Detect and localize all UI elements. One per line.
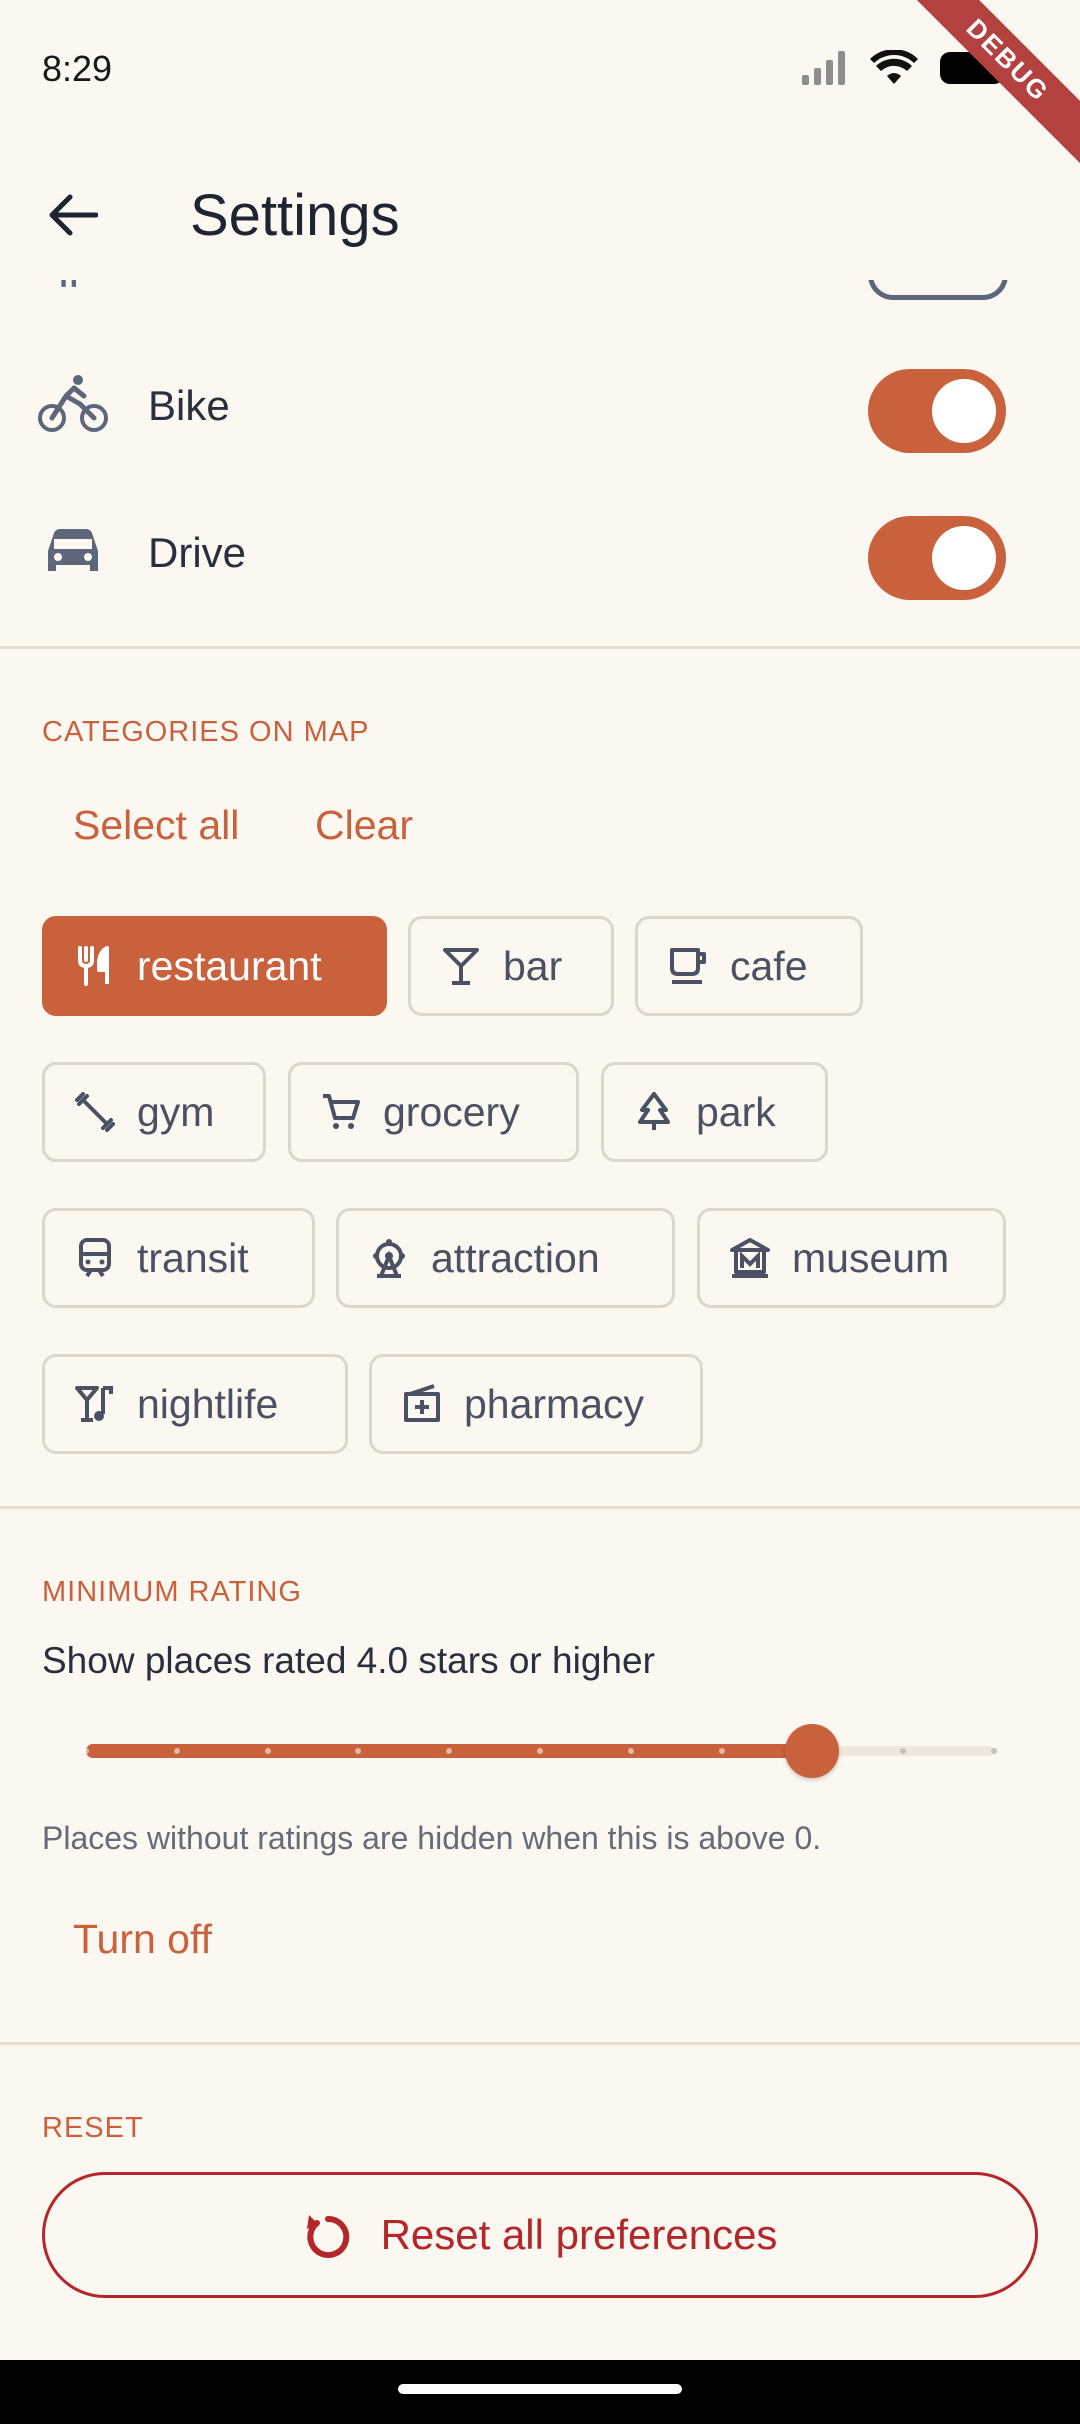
status-time: 8:29 [42,48,113,89]
bike-toggle[interactable] [868,369,1006,453]
chip-transit[interactable]: transit [42,1208,315,1308]
slider-tick [537,1748,543,1754]
rating-hint: Places without ratings are hidden when t… [42,1820,822,1856]
system-nav-bar [0,2360,1080,2424]
slider-tick [83,1748,89,1754]
chip-label: transit [137,1234,249,1281]
toggle-knob [932,526,996,590]
rating-heading: MINIMUM RATING [42,1576,302,1608]
wifi-icon [870,50,918,84]
tree-icon [634,1092,674,1132]
chip-bar[interactable]: bar [408,916,614,1016]
chip-label: grocery [383,1088,520,1135]
page-title: Settings [190,183,400,248]
slider-thumb[interactable] [785,1724,840,1778]
transport-row-drive[interactable]: Drive [0,491,1080,611]
transport-label: Drive [148,529,247,576]
rating-description: Show places rated 4.0 stars or higher [42,1640,655,1681]
walk-toggle-partial[interactable] [868,280,1008,300]
chip-gym[interactable]: gym [42,1062,266,1162]
rating-slider[interactable] [83,1720,997,1780]
dumbbell-icon [75,1092,115,1132]
slider-tick [627,1748,634,1754]
chip-label: pharmacy [464,1380,645,1427]
settings-content[interactable]: Bike Drive CATEGORIES ON MAP Select all … [0,280,1080,2360]
slider-tick [264,1748,271,1754]
chip-label: nightlife [137,1380,279,1427]
transport-label: Bike [148,382,230,429]
train-icon [75,1238,115,1278]
chip-grocery[interactable]: grocery [288,1062,579,1162]
app-bar: Settings [0,150,1080,280]
chip-museum[interactable]: museum [697,1208,1006,1308]
chip-label: gym [137,1088,215,1135]
chip-attraction[interactable]: attraction [336,1208,675,1308]
back-button[interactable] [40,182,106,248]
clear-button[interactable]: Clear [315,802,413,849]
toggle-knob [932,379,996,443]
slider-tick [173,1748,180,1754]
slider-tick [718,1748,725,1754]
chip-park[interactable]: park [601,1062,828,1162]
arrow-back-icon [49,194,98,236]
restaurant-icon [75,946,115,986]
pharmacy-icon [402,1384,442,1424]
categories-heading: CATEGORIES ON MAP [42,716,370,748]
reset-heading: RESET [42,2112,144,2144]
cart-icon [321,1092,361,1132]
divider [0,646,1080,649]
chip-cafe[interactable]: cafe [635,916,863,1016]
ferris-wheel-icon [369,1238,409,1278]
coffee-icon [668,946,708,986]
chip-label: bar [503,942,563,989]
chip-restaurant[interactable]: restaurant [42,916,387,1016]
chip-label: attraction [431,1234,600,1281]
chip-pharmacy[interactable]: pharmacy [369,1354,703,1454]
select-all-button[interactable]: Select all [73,802,239,849]
signal-icon [802,51,845,85]
cocktail-icon [441,946,481,986]
divider [0,1506,1080,1509]
turn-off-button[interactable]: Turn off [73,1916,212,1963]
nightlife-icon [75,1384,115,1424]
status-bar: 8:29 DEBUG [0,0,1080,182]
chip-label: restaurant [137,942,322,989]
chip-label: cafe [730,942,808,989]
reset-button-label: Reset all preferences [380,2211,778,2258]
divider [0,2042,1080,2045]
chip-label: park [696,1088,776,1135]
transport-row-bike[interactable]: Bike [0,344,1080,464]
refresh-icon [306,2215,349,2258]
chip-nightlife[interactable]: nightlife [42,1354,348,1454]
slider-tick [991,1748,997,1754]
home-indicator[interactable] [398,2384,682,2394]
drive-toggle[interactable] [868,516,1006,600]
reset-all-button[interactable]: Reset all preferences [42,2172,1038,2298]
car-icon [48,529,98,571]
walk-icon [61,280,76,287]
chip-label: museum [792,1234,950,1281]
bike-icon [38,375,108,432]
museum-icon [730,1238,770,1278]
